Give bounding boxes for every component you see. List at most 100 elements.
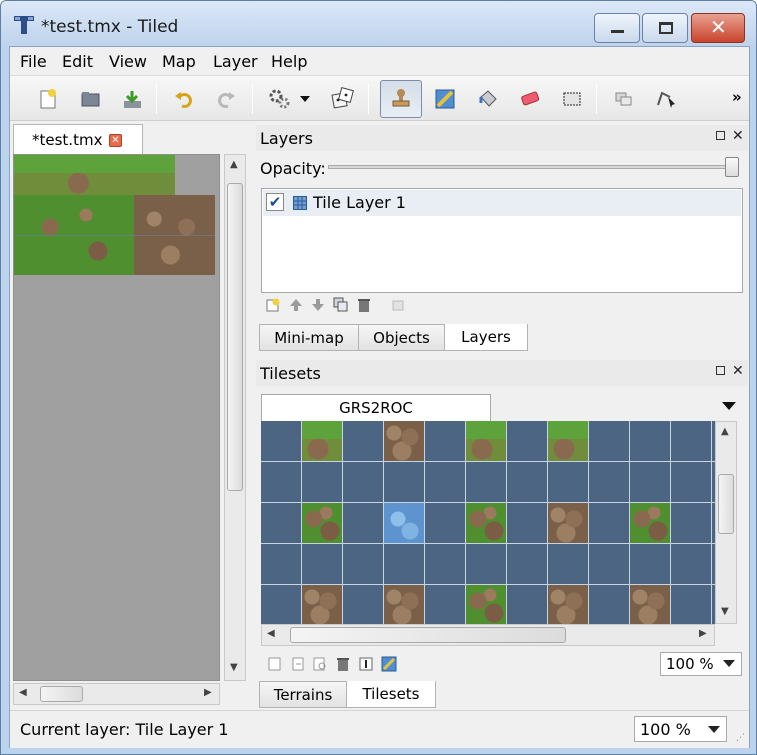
main-window-client: File Edit View Map Layer Help » *test.tm… [9,46,750,748]
random-dice-icon [331,87,354,109]
menu-file[interactable]: File [20,52,47,71]
edit-polygon-button[interactable] [650,83,682,115]
toolbar-overflow-button[interactable]: » [732,88,742,106]
float-panel-icon[interactable] [716,366,725,375]
close-panel-icon[interactable]: ✕ [732,128,744,144]
tilesets-panel-header: Tilesets ✕ [256,360,748,386]
tab-tilesets[interactable]: Tilesets [346,681,436,708]
export-tileset-icon [313,657,326,671]
add-layer-button[interactable] [265,297,281,313]
delete-tileset-icon [337,658,349,671]
random-mode-button[interactable] [326,83,358,115]
tileset-tab-grs2roc[interactable]: GRS2ROC [261,394,491,421]
tileset-list-dropdown-icon[interactable] [722,402,736,410]
new-map-button[interactable] [32,83,64,115]
scroll-right-arrow-icon[interactable]: ▶ [699,628,707,639]
float-panel-icon[interactable] [716,131,725,140]
application-window: *test.tmx - Tiled ✕ File Edit View Map L… [0,0,757,755]
save-file-icon [124,91,141,108]
save-file-button[interactable] [116,83,148,115]
tileset-vertical-scrollbar[interactable]: ▲ ▼ [715,421,737,624]
tab-mini-map[interactable]: Mini-map [259,324,359,351]
bucket-fill-button[interactable] [472,83,504,115]
scroll-left-arrow-icon[interactable]: ◀ [267,628,275,639]
layers-list[interactable]: ✔ Tile Layer 1 [261,188,743,293]
close-button[interactable]: ✕ [691,13,745,43]
menu-bar: File Edit View Map Layer Help [10,47,749,75]
main-toolbar: » [10,75,749,121]
tab-layers[interactable]: Layers [444,324,528,351]
menu-map[interactable]: Map [162,52,196,71]
eraser-icon [521,91,540,106]
menu-edit[interactable]: Edit [62,52,93,71]
resize-grip-icon[interactable]: ⋰ [736,733,745,743]
close-panel-icon[interactable]: ✕ [732,363,744,379]
tileset-zoom-select[interactable]: 100 % [660,652,742,676]
layer-properties-button[interactable] [390,297,406,313]
tab-terrains[interactable]: Terrains [259,681,347,708]
map-grid-line [14,235,215,236]
new-map-icon [40,89,56,109]
opacity-slider[interactable] [328,157,739,177]
tileset-properties-button[interactable] [358,656,374,672]
map-vertical-scrollbar[interactable]: ▲ ▼ [224,154,246,681]
scrollbar-thumb[interactable] [40,686,83,702]
chevron-down-icon [723,660,735,667]
scroll-left-arrow-icon[interactable]: ◀ [19,687,27,698]
select-same-tile-button[interactable] [608,83,640,115]
window-title: *test.tmx - Tiled [41,17,179,37]
toolbar-separator [368,84,369,114]
terrain-brush-button[interactable] [430,83,462,115]
stamp-brush-button[interactable] [380,80,422,118]
title-bar[interactable]: *test.tmx - Tiled ✕ [1,1,756,46]
scrollbar-thumb[interactable] [227,183,243,491]
menu-layer[interactable]: Layer [213,52,258,71]
delete-layer-button[interactable] [356,297,372,313]
layer-visibility-checkbox[interactable]: ✔ [266,193,284,211]
map-view[interactable] [13,154,220,681]
tileset-grid[interactable] [261,421,715,624]
maximize-button[interactable] [642,13,688,43]
move-layer-down-icon [312,299,324,311]
menu-view[interactable]: View [109,52,147,71]
rectangular-select-button[interactable] [556,83,588,115]
scroll-up-arrow-icon[interactable]: ▲ [721,426,729,437]
commands-button[interactable] [264,83,296,115]
eraser-button[interactable] [514,83,546,115]
export-tileset-button[interactable] [312,656,328,672]
scrollbar-thumb[interactable] [290,627,566,643]
edit-terrain-icon [381,656,397,672]
map-zoom-select[interactable]: 100 % [634,716,727,742]
edit-terrain-button[interactable] [381,656,397,672]
toolbar-separator [156,84,157,114]
commands-dropdown[interactable] [296,83,314,115]
scroll-up-arrow-icon[interactable]: ▲ [230,159,238,170]
scrollbar-thumb[interactable] [718,474,734,534]
layer-row[interactable]: ✔ Tile Layer 1 [263,190,741,216]
import-tileset-button[interactable] [290,656,306,672]
opacity-slider-handle[interactable] [725,157,739,177]
tab-close-icon[interactable]: ✕ [109,134,122,147]
duplicate-layer-button[interactable] [333,297,349,313]
scroll-down-arrow-icon[interactable]: ▼ [230,662,238,673]
scroll-right-arrow-icon[interactable]: ▶ [204,687,212,698]
move-layer-down-button[interactable] [310,297,326,313]
delete-layer-icon [358,299,370,312]
undo-button[interactable] [168,83,200,115]
document-tab[interactable]: *test.tmx ✕ [13,124,143,155]
scroll-down-arrow-icon[interactable]: ▼ [721,606,729,617]
menu-help[interactable]: Help [271,52,307,71]
add-layer-icon [266,298,280,312]
open-file-icon [81,92,100,107]
redo-button[interactable] [210,83,242,115]
tileset-horizontal-scrollbar[interactable]: ◀ ▶ [261,624,715,646]
status-bar: Current layer: Tile Layer 1 100 % ⋰ [10,710,749,748]
minimize-button[interactable] [594,13,640,43]
open-file-button[interactable] [74,83,106,115]
delete-tileset-button[interactable] [335,656,351,672]
terrain-brush-icon [435,89,455,109]
new-tileset-button[interactable] [267,656,283,672]
move-layer-up-button[interactable] [288,297,304,313]
map-horizontal-scrollbar[interactable]: ◀ ▶ [13,683,220,705]
tab-objects[interactable]: Objects [358,324,445,351]
